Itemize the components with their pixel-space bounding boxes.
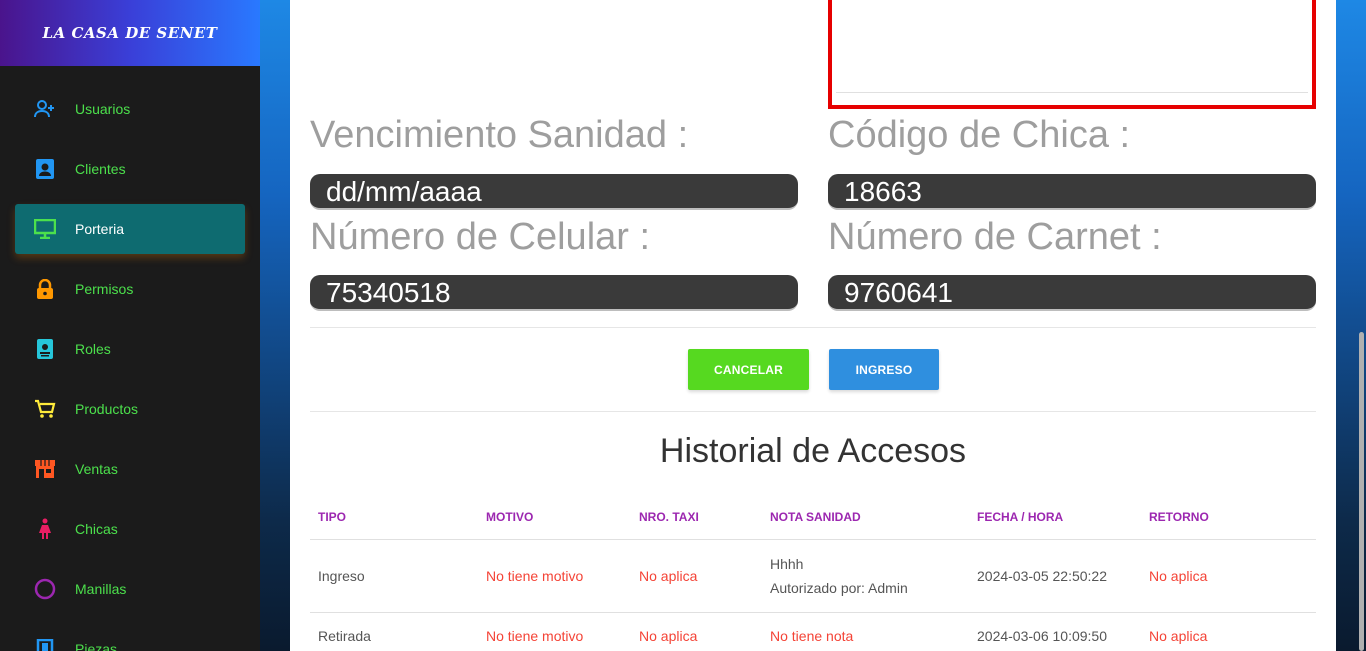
sidebar-item-label: Chicas: [75, 521, 118, 537]
sidebar-item-label: Productos: [75, 401, 139, 417]
sidebar-item-chicas[interactable]: Chicas: [15, 504, 245, 554]
sidebar-item-porteria[interactable]: Porteria: [15, 204, 245, 254]
cart-icon: [33, 397, 57, 421]
sidebar-item-label: Roles: [75, 341, 111, 357]
sidebar-item-manillas[interactable]: Manillas: [15, 564, 245, 614]
table-row: Retirada No tiene motivo No aplica No ti…: [310, 612, 1316, 651]
historial-title: Historial de Accesos: [659, 432, 967, 470]
cell-fecha: 2024-03-06 10:09:50: [969, 612, 1141, 651]
nota-text: Hhhh: [770, 555, 804, 572]
cell-motivo: No tiene motivo: [478, 612, 631, 651]
cell-tipo: Ingreso: [310, 539, 478, 613]
carnet-input[interactable]: 9760641: [828, 275, 1316, 311]
sidebar-item-label: Ventas: [75, 461, 118, 477]
ingreso-button[interactable]: INGRESO: [829, 349, 939, 390]
lock-icon: [33, 277, 57, 301]
sidebar-item-label: Usuarios: [75, 101, 131, 117]
sidebar-item-permisos[interactable]: Permisos: [15, 264, 245, 314]
main-card: Vencimiento Sanidad : Código de Chica : …: [290, 0, 1336, 651]
door-icon: [33, 637, 57, 651]
codigo-input[interactable]: 18663: [828, 174, 1316, 210]
col-header-retorno: RETORNO: [1141, 495, 1316, 540]
page-scrollbar[interactable]: [1358, 0, 1366, 651]
sidebar: LA CASA DE SENET Usuarios Clientes Porte…: [0, 0, 260, 651]
sidebar-item-label: Porteria: [75, 221, 125, 237]
sidebar-item-productos[interactable]: Productos: [15, 384, 245, 434]
sidebar-item-ventas[interactable]: Ventas: [15, 444, 245, 494]
col-header-tipo: TIPO: [310, 495, 478, 540]
cell-fecha: 2024-03-05 22:50:22: [969, 539, 1141, 613]
sidebar-item-label: Clientes: [75, 161, 126, 177]
form-divider: [310, 327, 1316, 328]
brand-logo[interactable]: LA CASA DE SENET: [0, 0, 260, 66]
codigo-label: Código de Chica :: [828, 114, 1131, 156]
contact-card-icon: [33, 157, 57, 181]
cell-taxi: No aplica: [631, 539, 762, 613]
col-header-fecha: FECHA / HORA: [969, 495, 1141, 540]
scrollbar-thumb[interactable]: [1359, 332, 1364, 651]
col-header-taxi: NRO. TAXI: [631, 495, 762, 540]
col-header-motivo: MOTIVO: [478, 495, 631, 540]
user-plus-icon: [33, 97, 57, 121]
preview-divider: [836, 92, 1308, 93]
sidebar-item-usuarios[interactable]: Usuarios: [15, 84, 245, 134]
sidebar-item-clientes[interactable]: Clientes: [15, 144, 245, 194]
carnet-label: Número de Carnet :: [828, 216, 1162, 258]
photo-preview-box: [828, 0, 1316, 109]
sidebar-item-piezas[interactable]: Piezas: [15, 624, 245, 651]
cell-retorno: No aplica: [1141, 612, 1316, 651]
sidebar-nav: Usuarios Clientes Porteria Permisos Role…: [0, 66, 260, 651]
badge-icon: [33, 337, 57, 361]
cell-nota: No tiene nota: [762, 612, 969, 651]
cell-retorno: No aplica: [1141, 539, 1316, 613]
col-header-nota: NOTA SANIDAD: [762, 495, 969, 540]
buttons-divider: [310, 411, 1316, 412]
sidebar-item-roles[interactable]: Roles: [15, 324, 245, 374]
woman-icon: [33, 517, 57, 541]
monitor-icon: [33, 217, 57, 241]
cell-nota: Hhhh Autorizado por: Admin: [762, 539, 969, 613]
cell-tipo: Retirada: [310, 612, 478, 651]
cell-taxi: No aplica: [631, 612, 762, 651]
nota-autorizado: Autorizado por: Admin: [770, 579, 908, 596]
historial-table: TIPO MOTIVO NRO. TAXI NOTA SANIDAD FECHA…: [310, 495, 1316, 651]
table-header-row: TIPO MOTIVO NRO. TAXI NOTA SANIDAD FECHA…: [310, 495, 1316, 540]
cell-motivo: No tiene motivo: [478, 539, 631, 613]
sidebar-item-label: Manillas: [75, 581, 127, 597]
vencimiento-date-input[interactable]: dd/mm/aaaa: [310, 174, 798, 210]
vencimiento-label: Vencimiento Sanidad :: [310, 114, 689, 156]
celular-input[interactable]: 75340518: [310, 275, 798, 311]
sidebar-item-label: Permisos: [75, 281, 134, 297]
celular-label: Número de Celular :: [310, 216, 651, 258]
store-icon: [33, 457, 57, 481]
sidebar-item-label: Piezas: [75, 641, 118, 651]
table-row: Ingreso No tiene motivo No aplica Hhhh A…: [310, 539, 1316, 613]
cancel-button[interactable]: CANCELAR: [688, 349, 809, 390]
circle-icon: [33, 577, 57, 601]
